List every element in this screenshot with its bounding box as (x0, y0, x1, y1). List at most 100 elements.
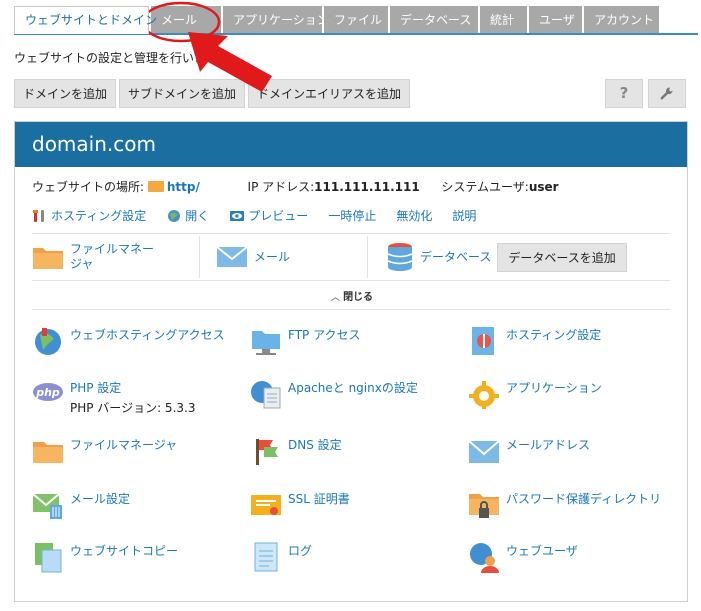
collapse-label: 閉じる (343, 292, 374, 303)
action-label: ホスティング設定 (51, 209, 147, 223)
tool-applications[interactable]: アプリケーション (468, 378, 602, 410)
mail-settings-icon (32, 493, 62, 519)
divider (32, 309, 670, 310)
locked-folder-icon (469, 494, 499, 518)
tool-php-settings[interactable]: php PHP 設定 PHP バージョン: 5.3.3 (32, 378, 195, 416)
globe-open-icon (168, 209, 181, 222)
tool-label: アプリケーション (506, 381, 602, 395)
tab-account[interactable]: アカウント (584, 6, 659, 34)
tool-apache-nginx-settings[interactable]: Apacheと nginxの設定 (250, 378, 418, 410)
top-tabs: ウェブサイトとドメイン メール アプリケーション ファイル データベース 統計 … (14, 6, 661, 34)
server-globe-icon (251, 381, 281, 409)
svg-text:php: php (35, 386, 60, 399)
tab-applications[interactable]: アプリケーション (223, 6, 329, 34)
tab-databases[interactable]: データベース (390, 6, 478, 34)
domain-actions: ホスティング設定 開く プレビュー 一時停止 無効化 説明 (32, 207, 496, 224)
tool-label: メール設定 (70, 492, 131, 506)
disable-link[interactable]: 無効化 (396, 207, 432, 224)
envelope-icon (216, 246, 248, 267)
chevron-up-icon: ︿ (330, 293, 344, 303)
folder-icon (147, 181, 164, 192)
tool-dns-settings[interactable]: DNS 設定 (250, 435, 342, 467)
add-subdomain-button[interactable]: サブドメインを追加 (119, 79, 246, 108)
domain-card: domain.com ウェブサイトの場所: http/ IP アドレス:111.… (14, 121, 688, 602)
tool-label: ウェブサイトコピー (70, 544, 179, 558)
tool-mail-settings[interactable]: メール設定 (32, 489, 130, 521)
tab-users[interactable]: ユーザ (529, 6, 582, 34)
tool-logs[interactable]: ログ (250, 541, 312, 573)
quick-mail-label: メール (254, 249, 291, 264)
collapse-toggle[interactable]: ︿ 閉じる (15, 288, 689, 303)
tool-label: パスワード保護ディレクトリ (506, 492, 662, 506)
location-link[interactable]: http/ (167, 180, 200, 194)
tool-website-copy[interactable]: ウェブサイトコピー (32, 541, 178, 573)
php-version: PHP バージョン: 5.3.3 (70, 401, 196, 415)
quick-file-manager-label-2: ジャ (70, 257, 94, 271)
flags-icon (256, 439, 278, 465)
tool-label: メールアドレス (506, 438, 591, 452)
system-user-label: システムユーザ: (441, 180, 529, 194)
add-domain-alias-button[interactable]: ドメインエイリアスを追加 (248, 79, 411, 108)
tool-label: DNS 設定 (288, 438, 342, 452)
help-button[interactable]: ? (605, 79, 643, 108)
action-label: 開く (185, 209, 210, 223)
folder-icon (33, 442, 63, 463)
quick-file-manager-label-1: ファイルマネー (70, 242, 155, 256)
tool-label: ファイルマネージャ (70, 438, 178, 452)
ftp-folder-icon (252, 331, 280, 355)
web-user-icon (470, 543, 499, 573)
add-database-button[interactable]: データベースを追加 (497, 242, 627, 272)
quick-access-bar: ファイルマネー ジャ メール データベース データベースを追加 (32, 236, 670, 278)
tool-label: Apacheと nginxの設定 (288, 381, 418, 395)
globe-user-icon (35, 328, 61, 355)
ip-label: IP アドレス: (247, 180, 315, 194)
open-link[interactable]: 開く (166, 207, 209, 224)
quick-database-label[interactable]: データベース (420, 250, 491, 265)
tool-label: ウェブホスティングアクセス (70, 328, 225, 342)
hosting-settings-link[interactable]: ホスティング設定 (32, 207, 146, 224)
tool-label: ホスティング設定 (506, 328, 602, 342)
tool-email-addresses[interactable]: メールアドレス (468, 435, 590, 467)
preview-link[interactable]: プレビュー (229, 207, 308, 224)
tool-label: PHP 設定 (70, 381, 122, 395)
database-icon (387, 243, 413, 271)
tool-hosting-settings[interactable]: ホスティング設定 (468, 325, 601, 357)
gear-icon (469, 381, 499, 409)
action-label: プレビュー (248, 209, 309, 223)
folder-icon (33, 248, 63, 269)
copy-icon (35, 543, 62, 573)
tool-password-protected-directories[interactable]: パスワード保護ディレクトリ (468, 489, 661, 521)
tab-statistics[interactable]: 統計 (480, 6, 527, 34)
wrench-button[interactable] (648, 79, 686, 108)
certificate-icon (251, 495, 281, 515)
wrench-icon (660, 87, 673, 100)
quick-file-manager[interactable]: ファイルマネー ジャ (32, 236, 200, 278)
suspend-link[interactable]: 一時停止 (328, 207, 376, 224)
domain-info: ウェブサイトの場所: http/ IP アドレス:111.111.11.111 … (32, 178, 559, 195)
add-domain-button[interactable]: ドメインを追加 (14, 79, 117, 108)
tool-label: ウェブユーザ (506, 544, 578, 558)
domain-name[interactable]: domain.com (15, 122, 687, 167)
tool-web-users[interactable]: ウェブユーザ (468, 541, 578, 573)
tool-file-manager[interactable]: ファイルマネージャ (32, 435, 177, 467)
toolbar: ドメインを追加 サブドメインを追加 ドメインエイリアスを追加 (14, 79, 413, 108)
tab-mail[interactable]: メール (151, 6, 221, 34)
eye-icon (230, 210, 245, 221)
location-label: ウェブサイトの場所: (32, 180, 145, 194)
system-user-value: user (528, 180, 559, 194)
envelope-icon (468, 440, 500, 463)
tool-label: FTP アクセス (288, 328, 361, 342)
tab-websites-domains[interactable]: ウェブサイトとドメイン (14, 6, 157, 34)
tab-files[interactable]: ファイル (324, 6, 388, 34)
tool-label: ログ (288, 544, 313, 558)
hosting-settings-icon (472, 327, 494, 355)
tool-label: SSL 証明書 (288, 492, 350, 506)
tool-web-hosting-access[interactable]: ウェブホスティングアクセス (32, 325, 225, 357)
php-icon: php (33, 383, 63, 401)
tool-ftp-access[interactable]: FTP アクセス (250, 325, 360, 357)
divider (32, 233, 670, 234)
quick-mail[interactable]: メール (200, 236, 368, 278)
tool-ssl-certificates[interactable]: SSL 証明書 (250, 489, 350, 521)
log-icon (254, 542, 278, 572)
description-link[interactable]: 説明 (452, 207, 476, 224)
